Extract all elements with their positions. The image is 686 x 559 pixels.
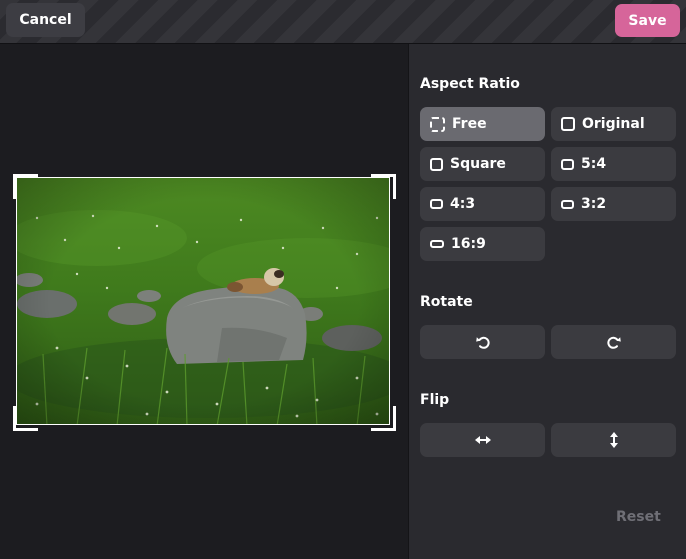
crop-handle-top-left[interactable] (13, 174, 38, 199)
marmot-photo (17, 178, 389, 424)
ratio-3-2-icon (561, 199, 574, 209)
aspect-4-3-button[interactable]: 4:3 (420, 187, 545, 221)
aspect-free-button[interactable]: Free (420, 107, 545, 141)
aspect-ratio-title: Aspect Ratio (420, 76, 520, 92)
aspect-original-button[interactable]: Original (551, 107, 676, 141)
dashed-square-icon (430, 116, 445, 132)
crop-canvas[interactable] (0, 44, 408, 559)
aspect-square-button[interactable]: Square (420, 147, 545, 181)
rotate-left-button[interactable] (420, 325, 545, 359)
square-icon (561, 117, 575, 131)
aspect-5-4-label: 5:4 (581, 156, 607, 172)
aspect-free-label: Free (452, 116, 487, 132)
ratio-16-9-icon (430, 240, 444, 248)
flip-horizontal-button[interactable] (420, 423, 545, 457)
crop-image[interactable] (16, 177, 390, 425)
ratio-4-3-icon (430, 199, 443, 209)
aspect-5-4-button[interactable]: 5:4 (551, 147, 676, 181)
aspect-original-label: Original (582, 116, 645, 132)
aspect-16-9-button[interactable]: 16:9 (420, 227, 545, 261)
rotate-left-icon (475, 336, 490, 349)
rotate-right-icon (606, 336, 621, 349)
tools-sidebar: Aspect Ratio Free Original Square 5:4 4:… (408, 44, 686, 559)
flip-horizontal-icon (474, 436, 491, 444)
rotate-right-button[interactable] (551, 325, 676, 359)
crop-handle-bottom-right[interactable] (371, 406, 396, 431)
aspect-4-3-label: 4:3 (450, 196, 476, 212)
crop-handle-top-right[interactable] (371, 174, 396, 199)
flip-title: Flip (420, 392, 450, 408)
aspect-3-2-button[interactable]: 3:2 (551, 187, 676, 221)
reset-button[interactable]: Reset (616, 509, 661, 525)
cancel-button[interactable]: Cancel (6, 3, 85, 37)
image-crop-dialog: Cancel Save Aspect Ratio Free Original S… (0, 0, 686, 559)
ratio-5-4-icon (561, 158, 574, 170)
save-button[interactable]: Save (615, 4, 680, 37)
crop-handle-bottom-left[interactable] (13, 406, 38, 431)
rotate-title: Rotate (420, 294, 473, 310)
header-bar: Cancel Save (0, 0, 686, 44)
aspect-16-9-label: 16:9 (451, 236, 486, 252)
aspect-square-label: Square (450, 156, 506, 172)
square-icon (430, 157, 443, 171)
flip-vertical-button[interactable] (551, 423, 676, 457)
flip-vertical-icon (609, 432, 618, 448)
aspect-3-2-label: 3:2 (581, 196, 607, 212)
